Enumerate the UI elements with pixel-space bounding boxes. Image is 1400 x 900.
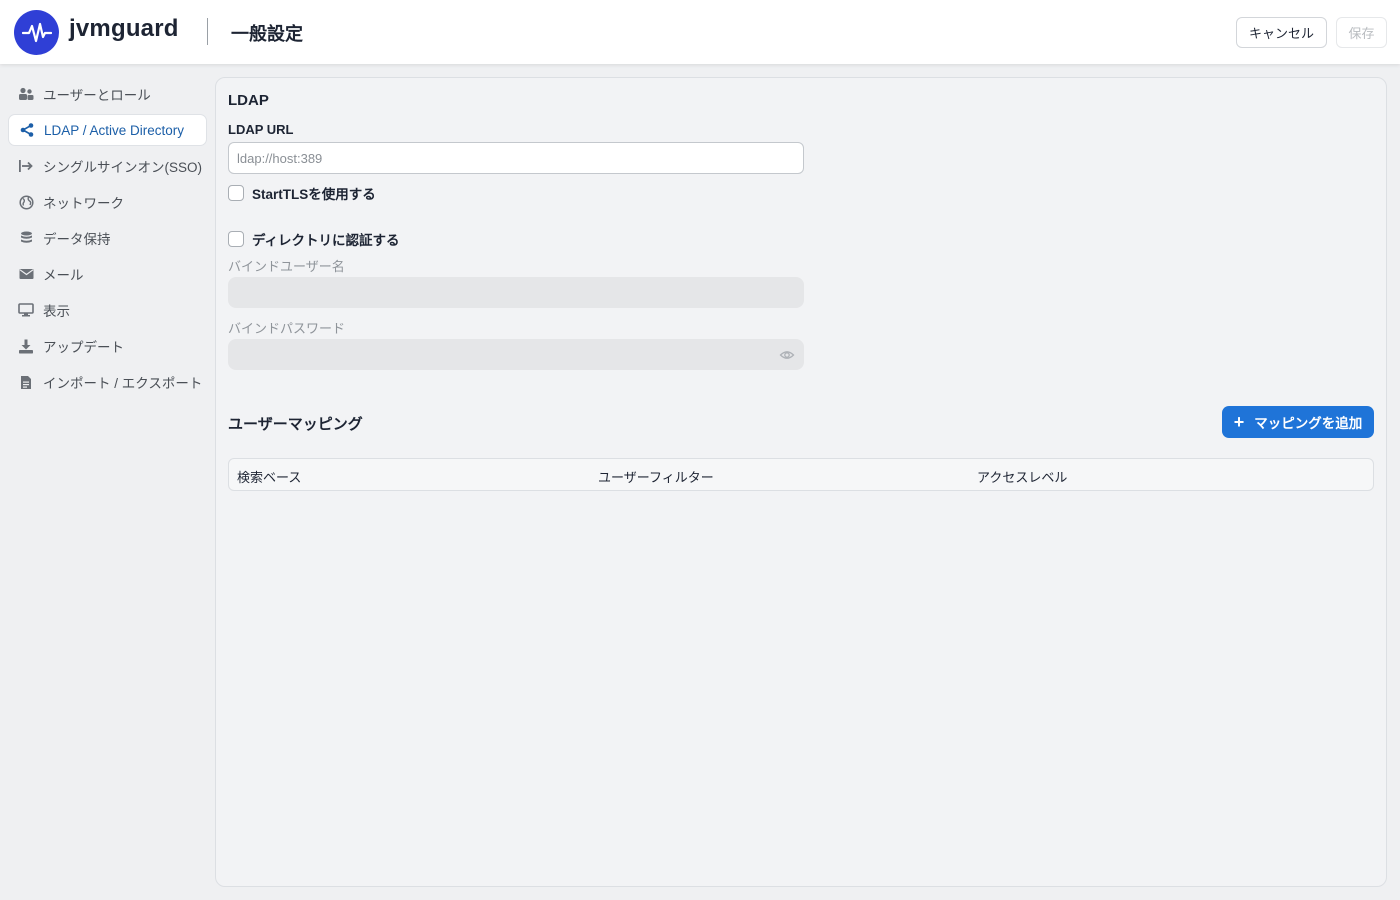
sidebar-item-label: LDAP / Active Directory (44, 122, 185, 138)
app-name: jvmguard (69, 15, 179, 42)
download-icon (18, 338, 34, 354)
globe-icon (18, 194, 34, 210)
monitor-icon (18, 302, 34, 318)
sidebar-item-label: シングルサインオン(SSO) (43, 160, 203, 175)
pulse-logo-icon (14, 10, 59, 55)
bind-password-input[interactable] (228, 339, 804, 370)
top-header: jvmguard 一般設定 キャンセル 保存 (0, 0, 1400, 64)
starttls-checkbox[interactable] (228, 185, 244, 201)
file-icon (18, 374, 34, 390)
sidebar-item-label: メール (43, 268, 84, 283)
add-mapping-button[interactable]: + マッピングを追加 (1222, 406, 1374, 438)
save-button[interactable]: 保存 (1336, 17, 1387, 48)
column-header-search-base: 検索ベース (237, 470, 302, 485)
directory-auth-checkbox-row[interactable]: ディレクトリに認証する (228, 229, 400, 249)
envelope-icon (18, 266, 34, 282)
bind-password-label: バインドパスワード (228, 321, 346, 336)
directory-auth-label: ディレクトリに認証する (252, 233, 400, 248)
plus-icon: + (1233, 412, 1245, 432)
sidebar-item-label: インポート / エクスポート (43, 376, 203, 391)
sidebar-item-label: ネットワーク (43, 196, 124, 211)
bind-user-label: バインドユーザー名 (228, 259, 345, 274)
column-header-access-level: アクセスレベル (977, 470, 1068, 485)
page-title: 一般設定 (231, 24, 303, 44)
sidebar-item-label: アップデート (43, 340, 124, 355)
database-icon (18, 230, 34, 246)
header-divider (207, 18, 208, 45)
users-icon (18, 86, 34, 102)
sidebar-item-label: データ保持 (43, 232, 111, 247)
ldap-settings-panel: LDAP LDAP URL StartTLSを使用する ディレクトリに認証する … (215, 77, 1387, 887)
mapping-table-header: 検索ベース ユーザーフィルター アクセスレベル (228, 458, 1374, 491)
user-mapping-title: ユーザーマッピング (228, 416, 363, 433)
column-header-user-filter: ユーザーフィルター (598, 470, 714, 485)
starttls-label: StartTLSを使用する (252, 187, 376, 202)
cancel-button[interactable]: キャンセル (1236, 17, 1327, 48)
sidebar-item-label: ユーザーとロール (43, 88, 151, 103)
add-mapping-label: マッピングを追加 (1254, 416, 1363, 431)
sidebar-item-label: 表示 (43, 304, 70, 319)
starttls-checkbox-row[interactable]: StartTLSを使用する (228, 183, 376, 203)
sidebar-item-network[interactable]: ネットワーク (8, 186, 207, 218)
sidebar-item-users-roles[interactable]: ユーザーとロール (8, 78, 207, 110)
bind-user-input[interactable] (228, 277, 804, 308)
sidebar-item-updates[interactable]: アップデート (8, 330, 207, 362)
sidebar-item-import-export[interactable]: インポート / エクスポート (8, 366, 207, 398)
sidebar-item-data-retention[interactable]: データ保持 (8, 222, 207, 254)
sidebar-item-sso[interactable]: シングルサインオン(SSO) (8, 150, 207, 182)
settings-sidebar: ユーザーとロール LDAP / Active Directory シングルサイン… (0, 64, 215, 900)
directory-auth-checkbox[interactable] (228, 231, 244, 247)
eye-icon[interactable] (779, 347, 795, 363)
share-icon (19, 122, 35, 138)
ldap-url-input[interactable] (228, 142, 804, 174)
ldap-section-title: LDAP (228, 92, 269, 109)
sign-in-icon (18, 158, 34, 174)
sidebar-item-ldap[interactable]: LDAP / Active Directory (8, 114, 207, 146)
sidebar-item-display[interactable]: 表示 (8, 294, 207, 326)
ldap-url-label: LDAP URL (228, 122, 294, 137)
sidebar-item-mail[interactable]: メール (8, 258, 207, 290)
